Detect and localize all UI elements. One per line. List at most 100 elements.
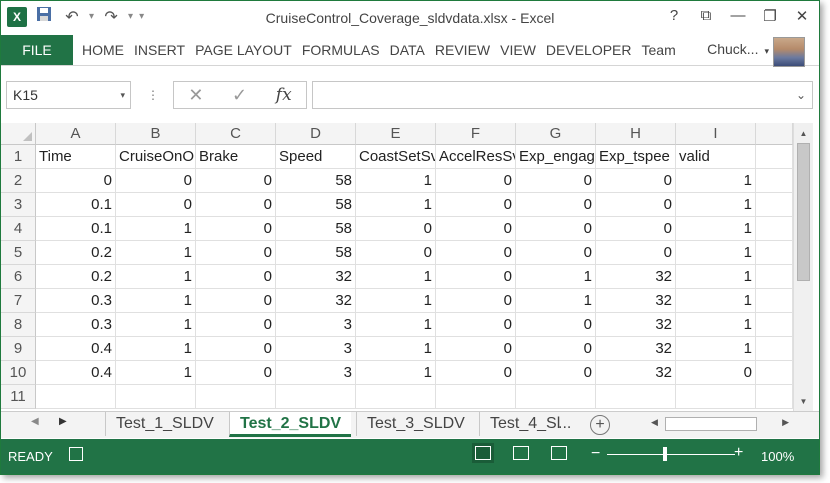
macro-record-icon[interactable] (69, 447, 83, 461)
data-cell[interactable]: 0 (196, 241, 276, 265)
worksheet-grid[interactable]: A B C D E F G H I 1 Time CruiseOnO Brake Speed CoastSe… (1, 123, 793, 411)
formula-bar-grip-icon[interactable]: ⋮ (147, 88, 159, 102)
new-sheet-button[interactable]: + (590, 415, 610, 435)
data-cell[interactable]: 1 (116, 217, 196, 241)
data-cell[interactable]: 1 (356, 193, 436, 217)
header-cell[interactable]: Brake (196, 145, 276, 169)
data-cell[interactable]: 3 (276, 361, 356, 385)
data-cell[interactable]: 0.3 (36, 313, 116, 337)
chevron-down-icon[interactable]: ▾ (120, 90, 125, 101)
help-icon[interactable]: ? (665, 7, 683, 25)
empty-cell[interactable] (196, 385, 276, 409)
data-cell[interactable]: 32 (596, 337, 676, 361)
column-header-a[interactable]: A (36, 123, 116, 145)
data-cell[interactable]: 58 (276, 193, 356, 217)
header-cell[interactable]: AccelResSv (436, 145, 516, 169)
scroll-down-icon[interactable]: ▼ (794, 393, 813, 411)
enter-icon[interactable]: ✓ (232, 85, 247, 106)
data-cell[interactable]: 0 (516, 241, 596, 265)
data-cell[interactable]: 0 (436, 337, 516, 361)
data-cell[interactable]: 0.4 (36, 337, 116, 361)
empty-cell[interactable] (676, 385, 756, 409)
data-cell[interactable]: 0 (196, 337, 276, 361)
data-cell[interactable]: 1 (116, 289, 196, 313)
row-header-2[interactable]: 2 (1, 169, 36, 193)
minimize-icon[interactable]: — (729, 7, 747, 25)
data-cell[interactable]: 0 (196, 361, 276, 385)
header-cell[interactable]: Time (36, 145, 116, 169)
avatar[interactable] (773, 37, 805, 67)
data-cell[interactable]: 58 (276, 241, 356, 265)
tab-developer[interactable]: DEVELOPER (541, 42, 637, 58)
data-cell[interactable]: 0 (196, 193, 276, 217)
row-header-3[interactable]: 3 (1, 193, 36, 217)
empty-cell[interactable] (756, 289, 793, 313)
data-cell[interactable]: 0 (436, 241, 516, 265)
column-header-f[interactable]: F (436, 123, 516, 145)
row-header-7[interactable]: 7 (1, 289, 36, 313)
row-header-9[interactable]: 9 (1, 337, 36, 361)
tab-review[interactable]: REVIEW (430, 42, 495, 58)
data-cell[interactable]: 32 (596, 265, 676, 289)
data-cell[interactable]: 0 (356, 217, 436, 241)
data-cell[interactable]: 1 (116, 313, 196, 337)
data-cell[interactable]: 1 (676, 313, 756, 337)
data-cell[interactable]: 0 (676, 361, 756, 385)
column-header-h[interactable]: H (596, 123, 676, 145)
close-icon[interactable]: ✕ (793, 7, 811, 25)
select-all-button[interactable] (1, 123, 36, 145)
data-cell[interactable]: 0 (596, 169, 676, 193)
ribbon-display-options-icon[interactable]: ⧉ (697, 7, 715, 25)
data-cell[interactable]: 1 (356, 361, 436, 385)
tab-formulas[interactable]: FORMULAS (297, 42, 385, 58)
data-cell[interactable]: 1 (516, 265, 596, 289)
data-cell[interactable]: 0 (436, 361, 516, 385)
row-header-4[interactable]: 4 (1, 217, 36, 241)
row-header-10[interactable]: 10 (1, 361, 36, 385)
empty-cell[interactable] (756, 361, 793, 385)
data-cell[interactable]: 32 (276, 289, 356, 313)
tab-file[interactable]: FILE (1, 35, 73, 65)
tab-home[interactable]: HOME (77, 42, 129, 58)
header-cell[interactable]: Exp_tspee (596, 145, 676, 169)
data-cell[interactable]: 0 (516, 337, 596, 361)
data-cell[interactable]: 0.2 (36, 241, 116, 265)
expand-formula-bar-icon[interactable]: ⌄ (796, 88, 806, 102)
zoom-in-button[interactable]: + (734, 444, 743, 462)
empty-cell[interactable] (516, 385, 596, 409)
data-cell[interactable]: 0 (196, 169, 276, 193)
data-cell[interactable]: 1 (676, 217, 756, 241)
zoom-slider[interactable] (607, 454, 735, 455)
tab-data[interactable]: DATA (385, 42, 430, 58)
sheet-tab-test-2[interactable]: Test_2_SLDV (229, 412, 352, 437)
row-header-11[interactable]: 11 (1, 385, 36, 409)
empty-cell[interactable] (756, 193, 793, 217)
header-cell[interactable]: CruiseOnO (116, 145, 196, 169)
row-header-8[interactable]: 8 (1, 313, 36, 337)
empty-cell[interactable] (756, 145, 793, 169)
horizontal-scrollbar[interactable]: ◀ ▶ (643, 414, 793, 434)
data-cell[interactable]: 0 (116, 193, 196, 217)
data-cell[interactable]: 1 (676, 193, 756, 217)
cancel-icon[interactable]: ✕ (188, 85, 203, 106)
data-cell[interactable]: 0 (196, 289, 276, 313)
data-cell[interactable]: 58 (276, 217, 356, 241)
data-cell[interactable]: 0 (356, 241, 436, 265)
data-cell[interactable]: 3 (276, 313, 356, 337)
tab-insert[interactable]: INSERT (129, 42, 190, 58)
vertical-scrollbar[interactable]: ▲ ▼ (793, 123, 813, 411)
scroll-up-icon[interactable]: ▲ (794, 125, 813, 143)
tab-view[interactable]: VIEW (495, 42, 541, 58)
data-cell[interactable]: 32 (596, 361, 676, 385)
header-cell[interactable]: valid (676, 145, 756, 169)
data-cell[interactable]: 0 (436, 217, 516, 241)
data-cell[interactable]: 0 (116, 169, 196, 193)
data-cell[interactable]: 0 (596, 217, 676, 241)
restore-icon[interactable]: ❐ (761, 7, 779, 25)
column-header-d[interactable]: D (276, 123, 356, 145)
page-layout-view-icon[interactable] (513, 446, 529, 460)
data-cell[interactable]: 32 (596, 289, 676, 313)
data-cell[interactable]: 0 (196, 265, 276, 289)
data-cell[interactable]: 0 (596, 241, 676, 265)
data-cell[interactable]: 1 (116, 337, 196, 361)
